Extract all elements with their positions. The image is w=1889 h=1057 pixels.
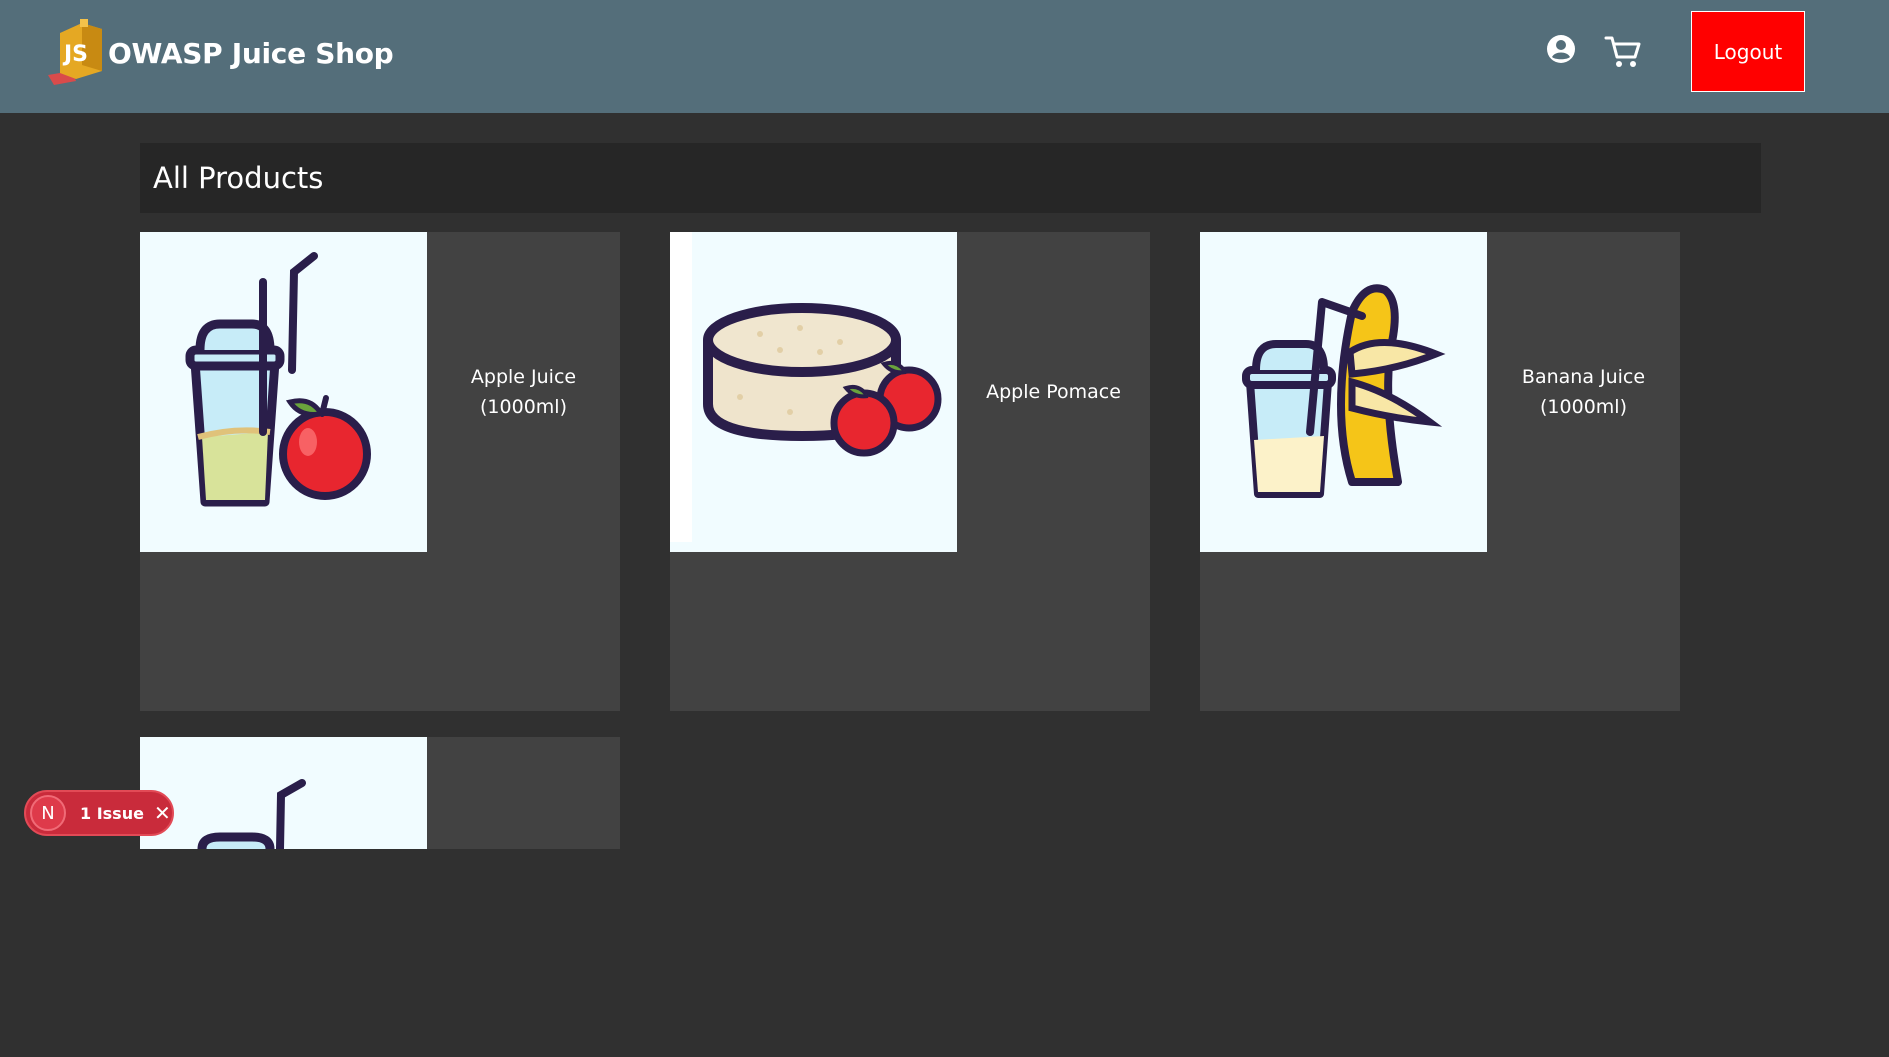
product-image <box>140 232 427 552</box>
product-card[interactable]: Apple Pomace <box>670 232 1150 711</box>
svg-text:JS: JS <box>62 42 88 67</box>
products-heading-bar: All Products <box>140 143 1761 213</box>
product-name: Apple Pomace <box>986 381 1121 403</box>
apple-pomace-icon <box>670 232 957 552</box>
product-image <box>1200 232 1487 552</box>
product-card[interactable]: Banana Juice (1000ml) <box>1200 232 1680 711</box>
top-toolbar: JS OWASP Juice Shop Logout <box>0 0 1889 113</box>
juice-carton-logo-icon: JS <box>46 19 106 87</box>
account-circle-icon <box>1546 35 1576 68</box>
page-title: All Products <box>153 161 324 195</box>
product-name: Banana Juice (1000ml) <box>1521 366 1646 418</box>
cart-button[interactable] <box>1604 33 1642 71</box>
app-title: OWASP Juice Shop <box>108 36 394 70</box>
account-button[interactable] <box>1546 34 1576 64</box>
home-link[interactable]: JS OWASP Juice Shop <box>46 18 394 88</box>
juice-cup-icon <box>140 779 427 849</box>
close-icon[interactable]: ✕ <box>154 803 171 823</box>
apple-juice-cup-icon <box>140 252 427 552</box>
product-name: Apple Juice (1000ml) <box>470 366 577 418</box>
product-card[interactable] <box>140 737 620 849</box>
product-card[interactable]: Apple Juice (1000ml) <box>140 232 620 711</box>
product-image <box>670 232 957 552</box>
banana-juice-cup-icon <box>1200 284 1487 552</box>
issues-count-label: 1 Issue <box>80 803 144 823</box>
nextjs-logo-icon: N <box>30 795 66 831</box>
logout-button[interactable]: Logout <box>1691 11 1805 92</box>
product-image <box>140 737 427 849</box>
shopping-cart-icon <box>1604 36 1642 75</box>
dev-issues-badge[interactable]: N 1 Issue ✕ <box>24 790 174 836</box>
product-name <box>427 737 620 1057</box>
